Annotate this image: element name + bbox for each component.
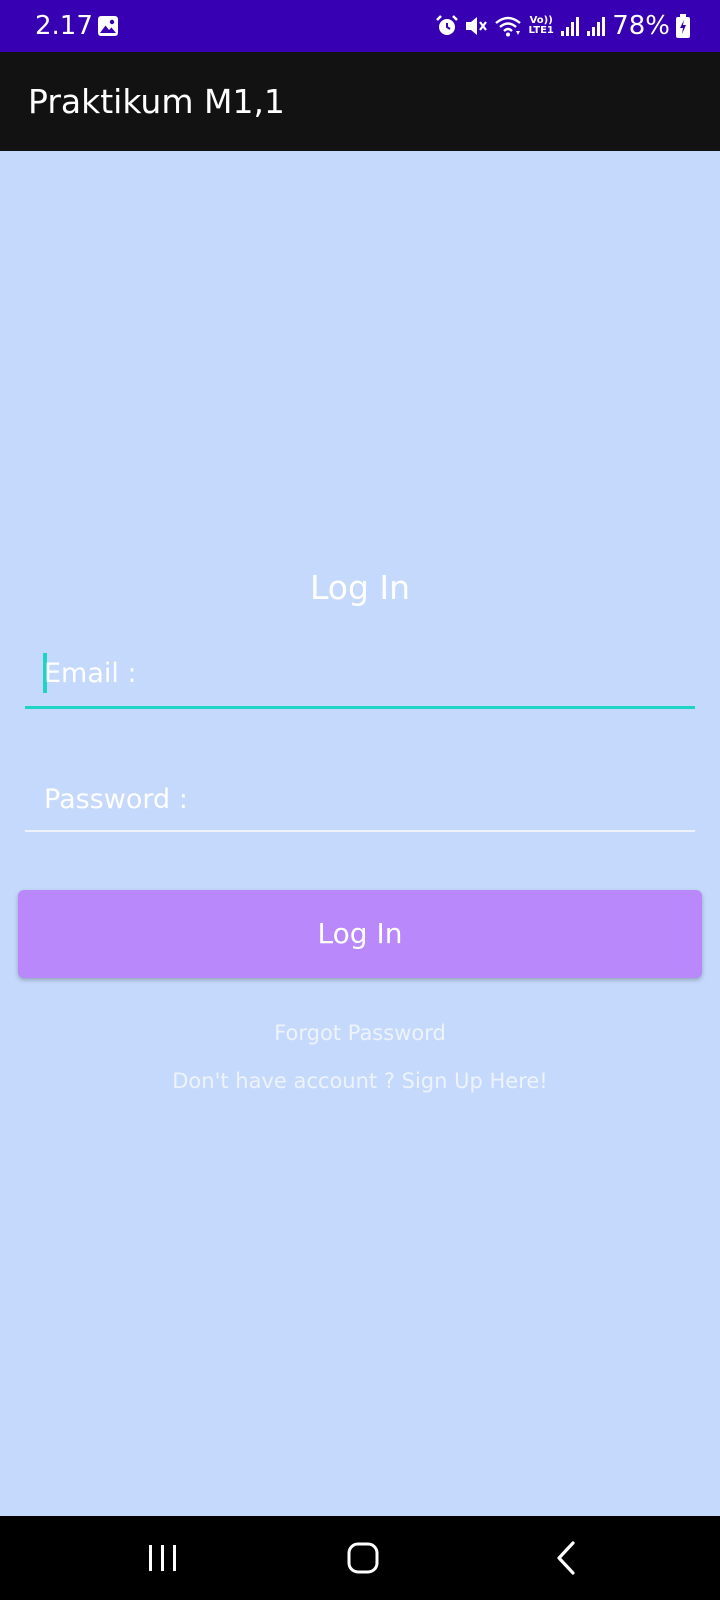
alarm-icon bbox=[436, 15, 459, 35]
email-field-container bbox=[25, 640, 695, 709]
login-screen: 2.17 Vo)) LTE1 78% Praktikum M1,1 Log In… bbox=[0, 0, 720, 1600]
password-field-container bbox=[25, 770, 695, 832]
wifi-icon bbox=[495, 16, 521, 37]
battery-charging-icon bbox=[676, 14, 690, 38]
status-bar: 2.17 Vo)) LTE1 78% bbox=[0, 0, 720, 52]
mute-icon bbox=[466, 17, 488, 35]
email-input[interactable] bbox=[44, 656, 684, 692]
login-heading: Log In bbox=[309, 568, 411, 607]
battery-percent: 78% bbox=[612, 11, 670, 41]
app-title: Praktikum M1,1 bbox=[28, 82, 285, 121]
password-input[interactable] bbox=[44, 782, 684, 818]
signal-icon bbox=[561, 17, 580, 36]
home-icon[interactable] bbox=[341, 1536, 385, 1580]
forgot-password-link[interactable]: Forgot Password bbox=[0, 1018, 720, 1048]
back-icon[interactable] bbox=[545, 1536, 589, 1580]
recents-icon[interactable] bbox=[141, 1536, 185, 1580]
volte-label: Vo)) LTE1 bbox=[528, 15, 554, 36]
volte-icon: Vo)) LTE1 bbox=[528, 16, 554, 36]
status-time: 2.17 bbox=[35, 11, 93, 41]
login-button[interactable]: Log In bbox=[18, 890, 702, 978]
image-icon bbox=[98, 16, 118, 36]
navigation-bar bbox=[0, 1516, 720, 1600]
signal-icon bbox=[587, 17, 606, 36]
signup-link[interactable]: Don't have account ? Sign Up Here! bbox=[0, 1066, 720, 1096]
status-icons: Vo)) LTE1 78% bbox=[436, 10, 690, 42]
